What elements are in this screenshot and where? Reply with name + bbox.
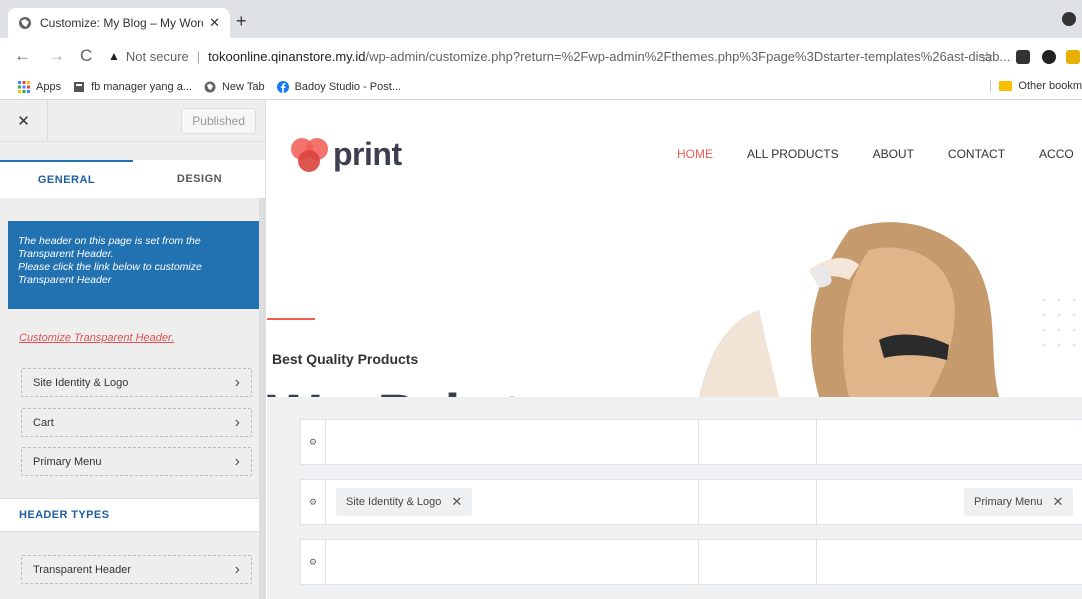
bookmark-apps[interactable]: Apps xyxy=(18,80,62,93)
chevron-right-icon: › xyxy=(234,413,240,431)
tab-general[interactable]: GENERAL xyxy=(0,160,133,198)
url-path: /wp-admin/customize.php?return=%2Fwp-adm… xyxy=(365,48,1011,64)
chevron-right-icon: › xyxy=(234,560,240,578)
column-divider xyxy=(816,420,817,464)
globe-icon xyxy=(204,81,216,92)
column-divider xyxy=(816,480,817,524)
customizer-sidebar: ✕ Published GENERAL DESIGN The header on… xyxy=(0,100,266,599)
sidebar-item-label: Cart xyxy=(33,416,54,429)
header-builder: ⚙ ⚙ Site Identity & Logo ✕ Primary Menu … xyxy=(267,397,1082,599)
notice-line: The header on this page is set from the xyxy=(18,235,201,247)
sidebar-item-transparent-header[interactable]: Transparent Header › xyxy=(21,555,252,584)
sidebar-item-site-identity[interactable]: Site Identity & Logo › xyxy=(21,368,252,397)
customize-transparent-header-link[interactable]: Customize Transparent Header. xyxy=(19,332,174,344)
builder-row-primary-header[interactable]: ⚙ Site Identity & Logo ✕ Primary Menu ✕ xyxy=(300,479,1082,525)
column-divider xyxy=(698,480,699,524)
extension-m-icon[interactable] xyxy=(1016,50,1030,64)
primary-menu: HOME ALL PRODUCTS ABOUT CONTACT ACCO xyxy=(677,147,1082,161)
browser-tab-bar: Customize: My Blog – My WordP ✕ + xyxy=(0,0,1082,38)
hero-title-text: We Print What xyxy=(267,388,647,397)
bookmark-star-icon[interactable]: ☆ xyxy=(980,48,993,66)
back-button[interactable]: ← xyxy=(14,47,31,65)
logo-mark-icon xyxy=(291,137,328,172)
menu-item-all-products[interactable]: ALL PRODUCTS xyxy=(747,147,839,161)
remove-icon[interactable]: ✕ xyxy=(1052,494,1063,510)
builder-row-below-header[interactable]: ⚙ xyxy=(300,539,1082,585)
section-header-types: HEADER TYPES xyxy=(0,498,265,532)
bookmark-label: New Tab xyxy=(221,80,265,93)
row-settings-gear-icon[interactable]: ⚙ xyxy=(301,420,326,464)
globe-icon xyxy=(19,17,31,29)
builder-chip-primary-menu[interactable]: Primary Menu ✕ xyxy=(964,488,1074,516)
notice-line: Please click the link below to customize xyxy=(18,261,202,273)
extension-k-icon[interactable] xyxy=(1042,50,1056,64)
hero-image xyxy=(699,222,1076,397)
sidebar-item-label: Site Identity & Logo xyxy=(33,376,129,389)
chip-label: Primary Menu xyxy=(974,496,1043,508)
chevron-right-icon: › xyxy=(234,452,240,470)
row-settings-gear-icon[interactable]: ⚙ xyxy=(301,540,326,584)
bookmarks-bar: Apps fb manager yang a... New Tab Badoy … xyxy=(0,74,1082,100)
address-separator: | xyxy=(196,48,201,64)
remove-icon[interactable]: ✕ xyxy=(451,494,462,510)
transparent-header-notice: The header on this page is set from the … xyxy=(8,221,265,309)
sidebar-item-label: Transparent Header xyxy=(33,563,132,576)
other-bookmarks[interactable]: Other bookm xyxy=(990,80,1082,92)
column-divider xyxy=(816,540,817,584)
menu-item-account[interactable]: ACCO xyxy=(1039,147,1074,161)
apps-grid-icon xyxy=(18,80,30,93)
forward-button[interactable]: → xyxy=(48,47,65,65)
column-divider xyxy=(698,420,699,464)
close-customizer-icon[interactable]: ✕ xyxy=(0,100,48,142)
bookmark-new-tab[interactable]: New Tab xyxy=(204,81,265,93)
new-tab-button[interactable]: + xyxy=(236,12,247,30)
column-divider xyxy=(698,540,699,584)
hero-subtitle: Best Quality Products xyxy=(272,351,419,367)
menu-item-home[interactable]: HOME xyxy=(677,147,713,161)
sidebar-scrollbar[interactable] xyxy=(259,198,265,599)
notice-line: Transparent Header. xyxy=(18,248,114,260)
logo-text: print xyxy=(333,136,402,172)
page-icon xyxy=(74,81,85,92)
profile-icon[interactable] xyxy=(1062,12,1076,26)
warning-triangle-icon[interactable]: ▲ xyxy=(108,49,120,63)
tab-title: Customize: My Blog – My WordP xyxy=(40,16,204,30)
builder-chip-site-identity[interactable]: Site Identity & Logo ✕ xyxy=(336,488,473,516)
chip-label: Site Identity & Logo xyxy=(346,496,442,508)
tab-design[interactable]: DESIGN xyxy=(133,160,265,198)
security-label[interactable]: Not secure xyxy=(126,49,189,64)
address-bar[interactable]: ▲ Not secure | tokoonline.qinanstore.my.… xyxy=(108,42,1038,70)
hero-title: We Print What xyxy=(267,388,647,397)
chevron-right-icon: › xyxy=(234,373,240,391)
site-logo[interactable]: print xyxy=(289,136,402,173)
published-button[interactable]: Published xyxy=(181,107,256,134)
notice-line: Transparent Header xyxy=(18,274,112,286)
bookmark-badoy-studio[interactable]: Badoy Studio - Post... xyxy=(276,80,401,93)
bookmark-fb-manager[interactable]: fb manager yang a... xyxy=(73,81,192,93)
menu-item-contact[interactable]: CONTACT xyxy=(948,147,1005,161)
close-tab-icon[interactable]: ✕ xyxy=(209,15,220,31)
sidebar-item-cart[interactable]: Cart › xyxy=(21,408,252,437)
site-preview: print HOME ALL PRODUCTS ABOUT CONTACT AC… xyxy=(267,100,1082,397)
reload-button[interactable]: C xyxy=(80,47,92,65)
facebook-icon xyxy=(276,80,289,93)
browser-toolbar: ← → C ▲ Not secure | tokoonline.qinansto… xyxy=(0,38,1082,74)
browser-tab[interactable]: Customize: My Blog – My WordP ✕ xyxy=(8,8,230,38)
folder-icon xyxy=(999,81,1013,91)
customizer-header: ✕ Published xyxy=(0,100,265,142)
sidebar-item-label: Primary Menu xyxy=(33,455,102,468)
extension-icon[interactable] xyxy=(1066,50,1080,64)
menu-item-about[interactable]: ABOUT xyxy=(873,147,914,161)
customizer-tabs: GENERAL DESIGN xyxy=(0,160,265,198)
bookmark-label: Apps xyxy=(36,80,62,93)
url-host: tokoonline.qinanstore.my.id xyxy=(208,48,366,64)
bookmark-label: fb manager yang a... xyxy=(91,80,192,93)
hero-accent-line xyxy=(267,318,315,320)
bookmark-label: Badoy Studio - Post... xyxy=(294,80,401,93)
other-bookmarks-label: Other bookm xyxy=(1018,80,1082,92)
sidebar-item-primary-menu[interactable]: Primary Menu › xyxy=(21,447,252,476)
builder-row-above-header[interactable]: ⚙ xyxy=(300,419,1082,465)
row-settings-gear-icon[interactable]: ⚙ xyxy=(301,480,326,524)
